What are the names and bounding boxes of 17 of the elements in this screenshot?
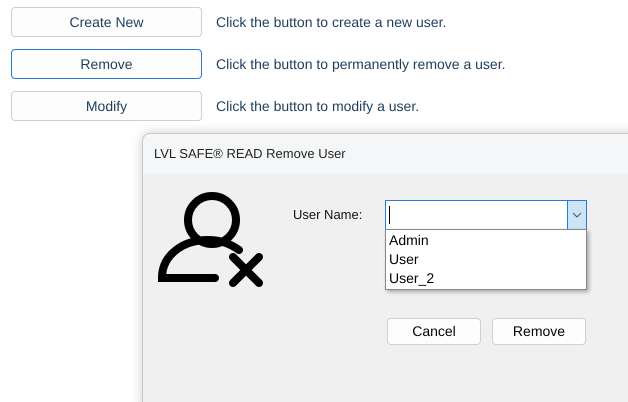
chevron-down-icon: [572, 212, 582, 218]
text-cursor: [389, 206, 390, 224]
remove-user-icon: [158, 192, 266, 288]
window-title: LVL SAFE® READ Remove User: [154, 145, 346, 164]
dialog-button[interactable]: Cancel: [387, 318, 481, 345]
dialog-button[interactable]: Remove: [492, 318, 586, 345]
dropdown-option[interactable]: User: [386, 250, 586, 269]
dropdown-option[interactable]: Admin: [386, 231, 586, 250]
action-button[interactable]: Remove: [11, 49, 202, 79]
dropdown-option[interactable]: User_2: [386, 269, 586, 288]
action-button[interactable]: Create New: [11, 7, 202, 37]
description-text: Click the button to permanently remove a user.: [216, 54, 506, 74]
action-button[interactable]: Modify: [11, 91, 202, 121]
description-text: Click the button to modify a user.: [216, 96, 420, 116]
dropdown-button[interactable]: [567, 201, 586, 229]
field-label: User Name:: [293, 206, 362, 224]
description-text: Click the button to create a new user.: [216, 12, 446, 32]
